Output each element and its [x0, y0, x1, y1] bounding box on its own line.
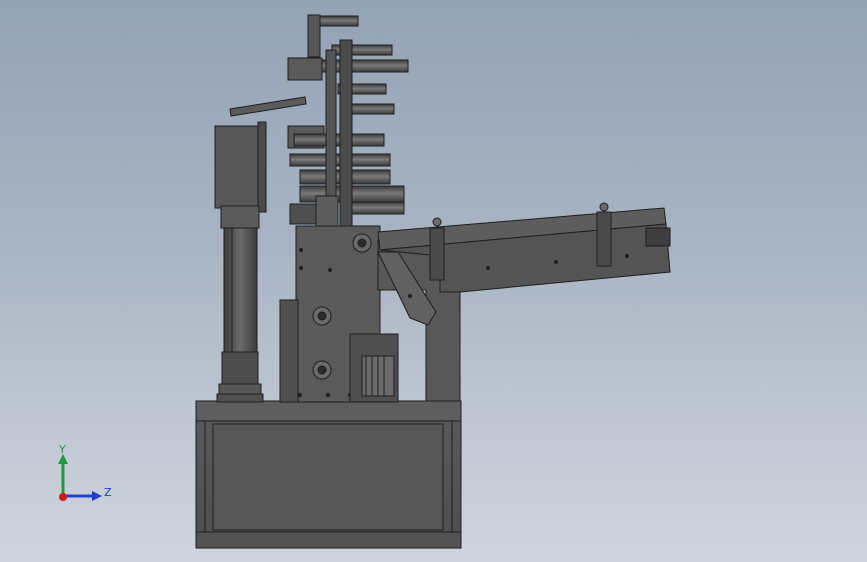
roller-stack	[287, 14, 409, 227]
coordinate-triad: Y Z	[48, 440, 128, 512]
diagonal-bar	[229, 96, 307, 117]
y-axis-label: Y	[59, 443, 66, 456]
vertical-column	[214, 121, 267, 403]
base-cabinet	[195, 400, 462, 549]
z-axis-label: Z	[104, 486, 112, 499]
lower-gearbox	[349, 333, 399, 403]
cad-viewport[interactable]: Y Z	[0, 0, 867, 562]
machine-model[interactable]	[0, 0, 867, 562]
